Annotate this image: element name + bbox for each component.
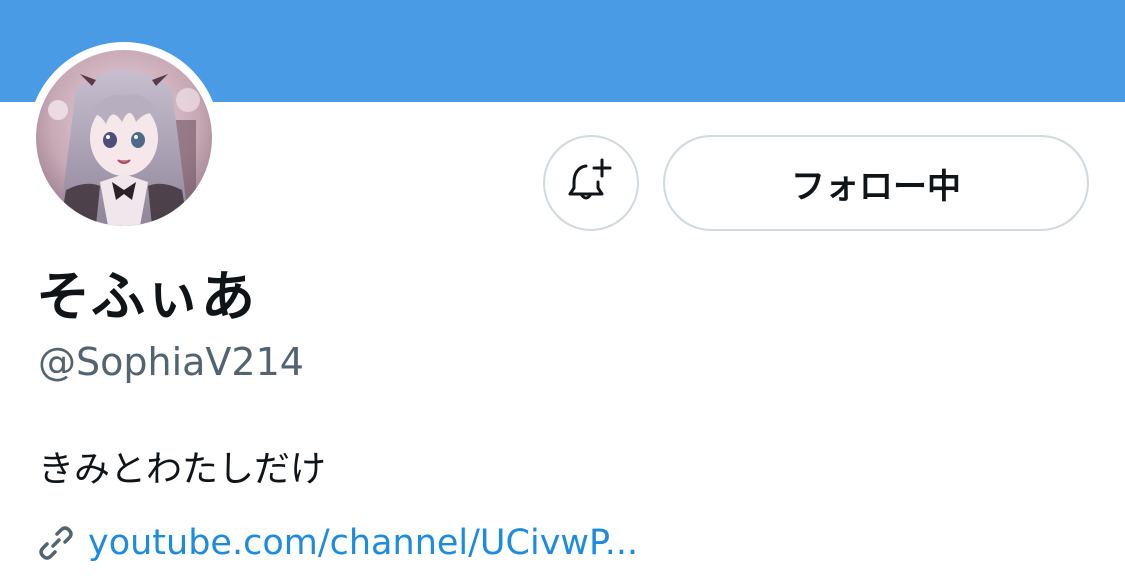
user-handle: @SophiaV214	[38, 340, 304, 384]
display-name: そふぃあ	[36, 265, 256, 328]
avatar-image	[36, 50, 212, 226]
profile-link-row: youtube.com/channel/UCivwP...	[36, 518, 638, 568]
profile-page: フォロー中 そふぃあ @SophiaV214 きみとわたしだけ youtube.…	[0, 0, 1125, 582]
profile-bio: きみとわたしだけ	[38, 449, 327, 490]
following-button-label: フォロー中	[791, 166, 961, 207]
link-icon	[36, 523, 76, 563]
profile-website-link[interactable]: youtube.com/channel/UCivwP...	[88, 523, 638, 563]
avatar[interactable]	[28, 42, 220, 234]
notify-button[interactable]	[543, 135, 639, 231]
bell-plus-icon	[568, 158, 614, 208]
following-button[interactable]: フォロー中	[663, 135, 1089, 231]
